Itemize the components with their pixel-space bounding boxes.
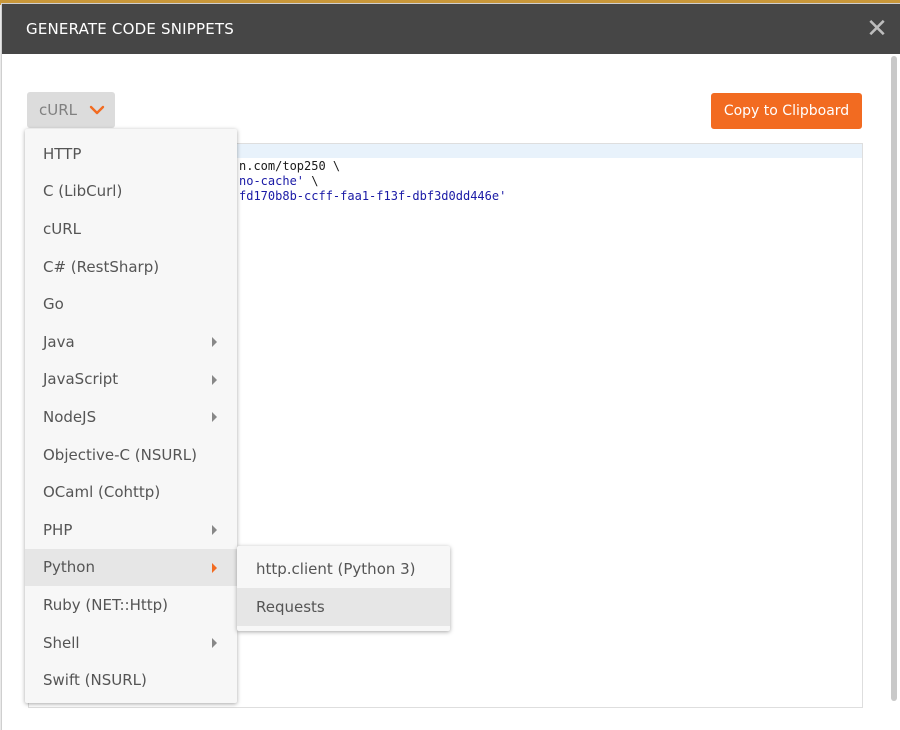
chevron-right-icon [212,562,217,573]
chevron-right-icon [212,374,217,385]
language-menu-item-c-restsharp[interactable]: C# (RestSharp) [25,248,237,286]
submenu-item-label: Requests [256,598,325,616]
language-menu-item-objective-c-nsurl[interactable]: Objective-C (NSURL) [25,436,237,474]
menu-item-label: OCaml (Cohttp) [43,483,161,502]
language-menu-item-java[interactable]: Java [25,323,237,361]
menu-item-label: Go [43,295,64,314]
menu-item-label: Swift (NSURL) [43,671,147,690]
code-text: n.com/top250 \ [239,159,341,173]
modal-scrollbar[interactable] [891,56,897,701]
code-content: n.com/top250 \ no-cache' \ fd170b8b-ccff-f… [239,159,506,204]
language-menu-item-swift-nsurl[interactable]: Swift (NSURL) [25,661,237,699]
code-string: no-cache' [239,174,305,188]
menu-item-label: Shell [43,633,80,652]
modal-header: GENERATE CODE SNIPPETS ✕ [2,4,900,54]
modal-title: GENERATE CODE SNIPPETS [26,20,235,38]
code-line: n.com/top250 \ [239,159,506,174]
menu-item-label: Python [43,558,95,577]
language-menu-item-javascript[interactable]: JavaScript [25,361,237,399]
language-menu-item-ruby-net-http[interactable]: Ruby (NET::Http) [25,586,237,624]
code-line: no-cache' \ [239,174,506,189]
menu-item-label: PHP [43,520,73,539]
menu-item-label: C (LibCurl) [43,182,123,201]
menu-item-label: Objective-C (NSURL) [43,445,197,464]
chevron-right-icon [212,412,217,423]
copy-to-clipboard-button[interactable]: Copy to Clipboard [711,93,862,129]
language-menu-item-http[interactable]: HTTP [25,135,237,173]
language-menu-item-python[interactable]: Python [25,548,237,587]
menu-item-label: C# (RestSharp) [43,257,160,276]
chevron-right-icon [212,524,217,535]
python-submenu: http.client (Python 3) Requests [237,546,450,631]
language-dropdown-menu: HTTP C (LibCurl) cURL C# (RestSharp) Go Java J… [25,129,237,703]
code-text: \ [304,174,319,188]
language-menu-item-nodejs[interactable]: NodeJS [25,398,237,436]
chevron-right-icon [212,637,217,648]
language-menu-item-c-libcurl[interactable]: C (LibCurl) [25,173,237,211]
code-string: fd170b8b-ccff-faa1-f13f-dbf3d0dd446e' [239,189,507,203]
language-select[interactable]: cURL [27,92,115,128]
menu-item-label: Ruby (NET::Http) [43,595,169,614]
menu-item-label: JavaScript [43,370,119,389]
menu-item-label: HTTP [43,144,82,163]
language-menu-item-go[interactable]: Go [25,285,237,323]
close-icon[interactable]: ✕ [864,16,890,42]
menu-item-label: Java [43,332,75,351]
language-menu-item-curl[interactable]: cURL [25,210,237,248]
python-submenu-item-http-client-python-3[interactable]: http.client (Python 3) [237,550,450,588]
language-menu-item-ocaml-cohttp[interactable]: OCaml (Cohttp) [25,473,237,511]
code-line: fd170b8b-ccff-faa1-f13f-dbf3d0dd446e' [239,189,506,204]
language-menu-item-shell[interactable]: Shell [25,624,237,662]
menu-item-label: cURL [43,219,82,238]
submenu-item-label: http.client (Python 3) [256,560,416,578]
chevron-right-icon [212,336,217,347]
menu-item-label: NodeJS [43,407,97,426]
language-menu-item-php[interactable]: PHP [25,511,237,549]
python-submenu-item-requests[interactable]: Requests [237,588,450,626]
language-select-value: cURL [39,101,78,119]
chevron-down-icon [89,105,105,115]
